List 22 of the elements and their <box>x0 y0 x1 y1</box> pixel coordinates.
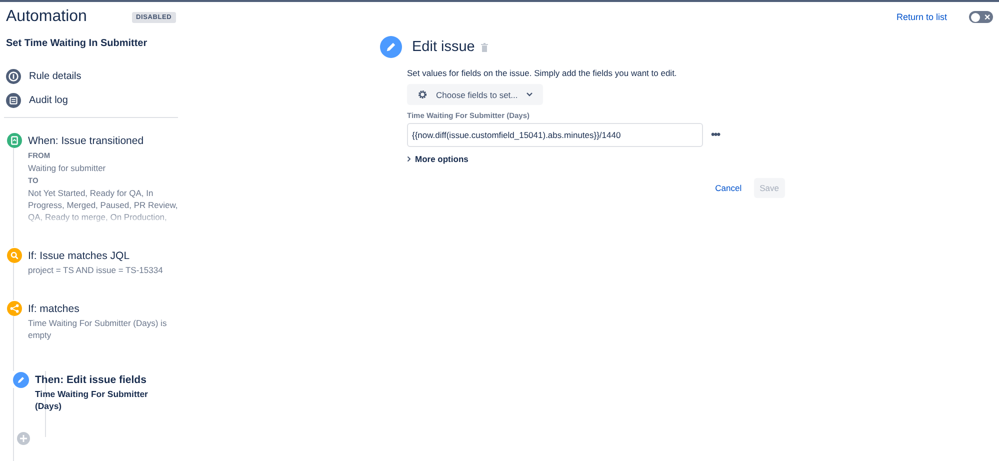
more-actions-button[interactable]: ••• <box>711 129 720 141</box>
step-title[interactable]: When: Issue transitioned <box>28 132 180 149</box>
more-options-toggle[interactable]: More options <box>407 154 468 164</box>
value-field[interactable]: {{now.diff(issue.customfield_15041).abs.minutes}}/1440 <box>407 123 703 147</box>
choose-fields-button[interactable]: Choose fields to set... <box>407 84 543 105</box>
step-description: Time Waiting For Submitter (Days) <box>35 388 149 412</box>
step-title[interactable]: If: matches <box>28 300 180 317</box>
nav-item[interactable]: Audit log <box>6 93 68 108</box>
editor-title: Edit issue <box>412 39 475 55</box>
cancel-button[interactable]: Cancel <box>709 178 748 198</box>
step-description: Time Waiting For Submitter (Days) is empty <box>28 317 168 341</box>
step-description: Not Yet Started, Ready for QA, In Progress, Merged, Paused, PR Review, QA, Ready to merge, On Production, <box>28 187 179 223</box>
return-link[interactable]: Return to list <box>896 12 947 22</box>
editor-description: Set values for fields on the issue. Simply add the fields you want to edit. <box>407 68 678 78</box>
step-description: Waiting for submitter <box>28 162 107 174</box>
step-description: project = TS AND issue = TS-15334 <box>28 264 164 276</box>
step-title[interactable]: Then: Edit issue fields <box>35 371 153 388</box>
nav-item[interactable]: Rule details <box>6 69 82 84</box>
enable-toggle[interactable]: ✕ <box>969 11 993 23</box>
page-title: Automation <box>6 8 88 26</box>
step-title[interactable]: If: Issue matches JQL <box>28 247 180 264</box>
rule-name: Set Time Waiting In Submitter <box>6 38 148 49</box>
